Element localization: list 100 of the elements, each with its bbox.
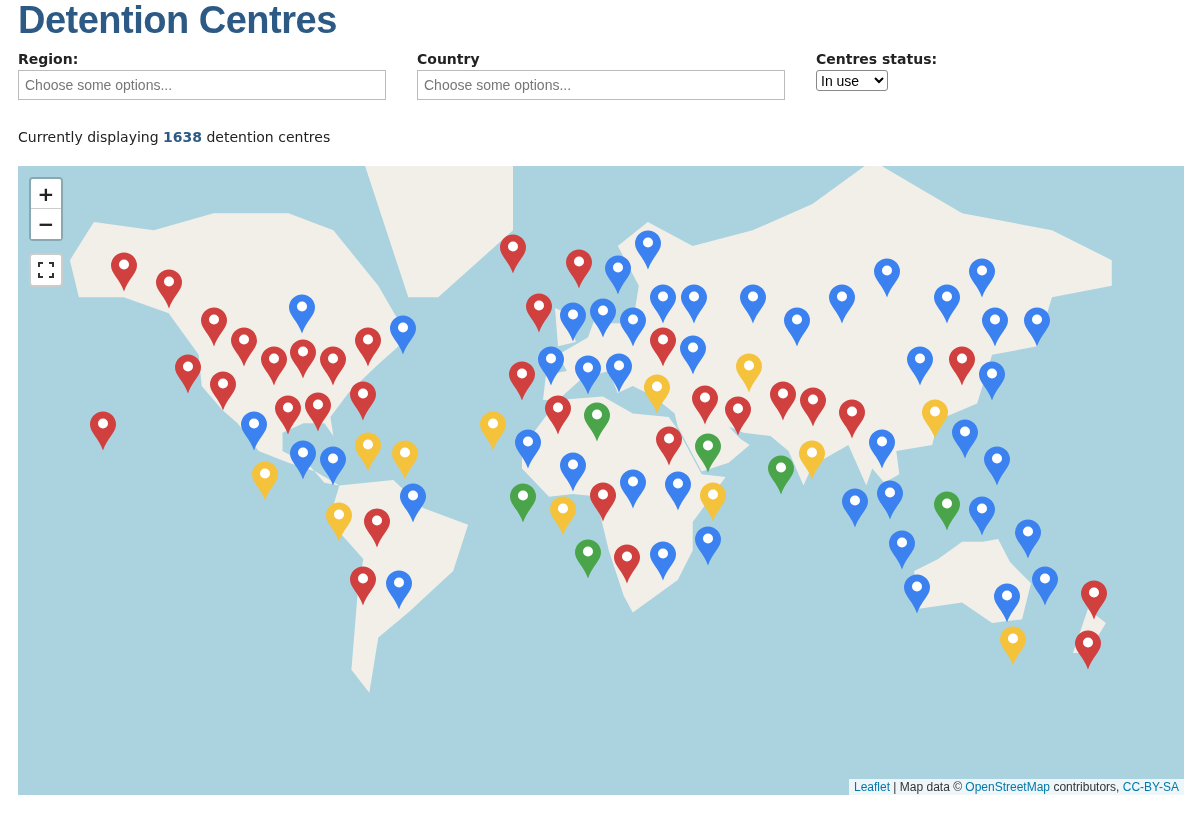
map-pin-icon[interactable] <box>783 305 812 347</box>
map-pin-icon[interactable] <box>768 379 797 421</box>
map-pin-icon[interactable] <box>524 292 553 334</box>
map-pin-icon[interactable] <box>648 539 677 581</box>
map-pin-icon[interactable] <box>514 428 542 469</box>
map-pin-icon[interactable] <box>933 489 962 531</box>
map-pin-icon[interactable] <box>612 542 641 584</box>
map-pin-icon[interactable] <box>983 445 1012 487</box>
map-pin-icon[interactable] <box>199 305 228 347</box>
map-pin-icon[interactable] <box>948 345 977 387</box>
map-pin-icon[interactable] <box>648 326 677 368</box>
map-pin-icon[interactable] <box>723 395 752 437</box>
attribution-text: contributors, <box>1052 780 1121 794</box>
map-pin-icon[interactable] <box>648 282 677 324</box>
filter-label: Country <box>417 50 481 68</box>
filter-label: Region: <box>18 50 80 68</box>
attribution-link[interactable]: OpenStreetMap <box>965 780 1051 794</box>
map-pin-icon[interactable] <box>603 253 632 295</box>
map-pin-icon[interactable] <box>1079 578 1108 620</box>
fullscreen-icon <box>38 262 54 278</box>
zoom-out-button[interactable]: − <box>31 209 61 239</box>
map-pin-icon[interactable] <box>1023 305 1051 347</box>
map-pin-icon[interactable] <box>543 393 572 435</box>
map-pin-icon[interactable] <box>399 481 428 523</box>
map-pin-icon[interactable] <box>968 495 997 537</box>
map-pin-icon[interactable] <box>173 352 202 394</box>
attribution-link[interactable]: Leaflet <box>853 780 890 794</box>
map-pin-icon[interactable] <box>289 439 318 481</box>
map-pin-icon[interactable] <box>799 386 828 427</box>
multiselect-field[interactable]: Choose some options... <box>18 70 386 100</box>
map-pin-icon[interactable] <box>690 383 719 425</box>
map-pin-icon[interactable] <box>304 391 333 433</box>
map-pin-icon[interactable] <box>349 565 378 607</box>
map-pin-icon[interactable] <box>573 354 602 396</box>
map-pin-icon[interactable] <box>968 256 997 298</box>
filter-label: Centres status: <box>816 50 939 68</box>
map-pin-icon[interactable] <box>385 568 414 610</box>
map-pin-icon[interactable] <box>354 326 383 368</box>
map-pin-icon[interactable] <box>868 428 897 469</box>
map-pin-icon[interactable] <box>319 345 348 387</box>
map-pin-icon[interactable] <box>604 352 633 394</box>
map-pin-icon[interactable] <box>573 537 602 579</box>
map-pin-icon[interactable] <box>564 248 593 290</box>
map-pin-icon[interactable] <box>633 228 662 270</box>
map-pin-icon[interactable] <box>876 478 905 520</box>
map-pin-icon[interactable] <box>654 425 683 467</box>
map-pin-icon[interactable] <box>389 314 418 356</box>
map-pin-icon[interactable] <box>208 369 237 411</box>
map-pin-icon[interactable] <box>978 359 1007 401</box>
map-pin-icon[interactable] <box>536 345 565 387</box>
map-pin-icon[interactable] <box>838 398 867 440</box>
map-pin-icon[interactable] <box>1014 517 1042 559</box>
map-pin-icon[interactable] <box>663 470 692 512</box>
map-pin-icon[interactable] <box>993 582 1022 624</box>
map-pin-icon[interactable] <box>951 418 980 460</box>
map-pin-icon[interactable] <box>618 305 647 347</box>
fullscreen-button[interactable] <box>29 253 63 287</box>
map-pin-icon[interactable] <box>289 338 318 380</box>
map-pin-icon[interactable] <box>288 293 317 335</box>
attribution-text: | Map data © <box>892 780 963 794</box>
map-pin-icon[interactable] <box>499 232 528 274</box>
map-pin-icon[interactable] <box>841 487 870 529</box>
map-pin-icon[interactable] <box>274 393 303 435</box>
map-pin-icon[interactable] <box>903 572 932 614</box>
map-pin-icon[interactable] <box>229 326 258 368</box>
map-pin-icon[interactable] <box>1073 628 1102 670</box>
map-pin-icon[interactable] <box>767 453 796 495</box>
map-pin-icon[interactable] <box>259 345 288 387</box>
map-pin-icon[interactable] <box>906 345 935 387</box>
map-pin-icon[interactable] <box>693 432 722 474</box>
zoom-in-button[interactable]: + <box>31 179 61 209</box>
map-pin-icon[interactable] <box>588 296 617 338</box>
map-pin-icon[interactable] <box>679 282 708 324</box>
status-dropdown[interactable]: In use <box>816 70 888 91</box>
map-pin-icon[interactable] <box>678 333 707 375</box>
map-pin-icon[interactable] <box>88 410 117 452</box>
map-pin-icon[interactable] <box>693 524 722 566</box>
map-pin-icon[interactable] <box>981 306 1010 348</box>
map-pin-icon[interactable] <box>319 445 348 487</box>
map-pin-icon[interactable] <box>588 481 617 523</box>
map-pin-icon[interactable] <box>582 401 611 443</box>
map-pin-icon[interactable] <box>873 256 902 298</box>
map-pin-icon[interactable] <box>888 529 917 571</box>
map-pin-icon[interactable] <box>507 359 536 401</box>
map-pin-icon[interactable] <box>109 251 138 293</box>
map-pin-icon[interactable] <box>558 301 587 343</box>
map-pin-icon[interactable] <box>558 450 587 492</box>
map-pin-icon[interactable] <box>1031 565 1059 607</box>
page-title: Detention Centres <box>18 0 338 40</box>
attribution-link[interactable]: CC-BY-SA <box>1122 780 1179 794</box>
map-pin-icon[interactable] <box>738 282 767 324</box>
map-pin-icon[interactable] <box>239 410 268 452</box>
map-pin-icon[interactable] <box>933 282 962 324</box>
map-pin-icon[interactable] <box>363 507 392 548</box>
map-pin-icon[interactable] <box>828 282 857 324</box>
map-pin-icon[interactable] <box>349 380 378 422</box>
map-pin-icon[interactable] <box>508 481 537 523</box>
map-pin-icon[interactable] <box>618 467 647 509</box>
multiselect-field[interactable]: Choose some options... <box>417 70 785 100</box>
map-pin-icon[interactable] <box>154 267 183 309</box>
